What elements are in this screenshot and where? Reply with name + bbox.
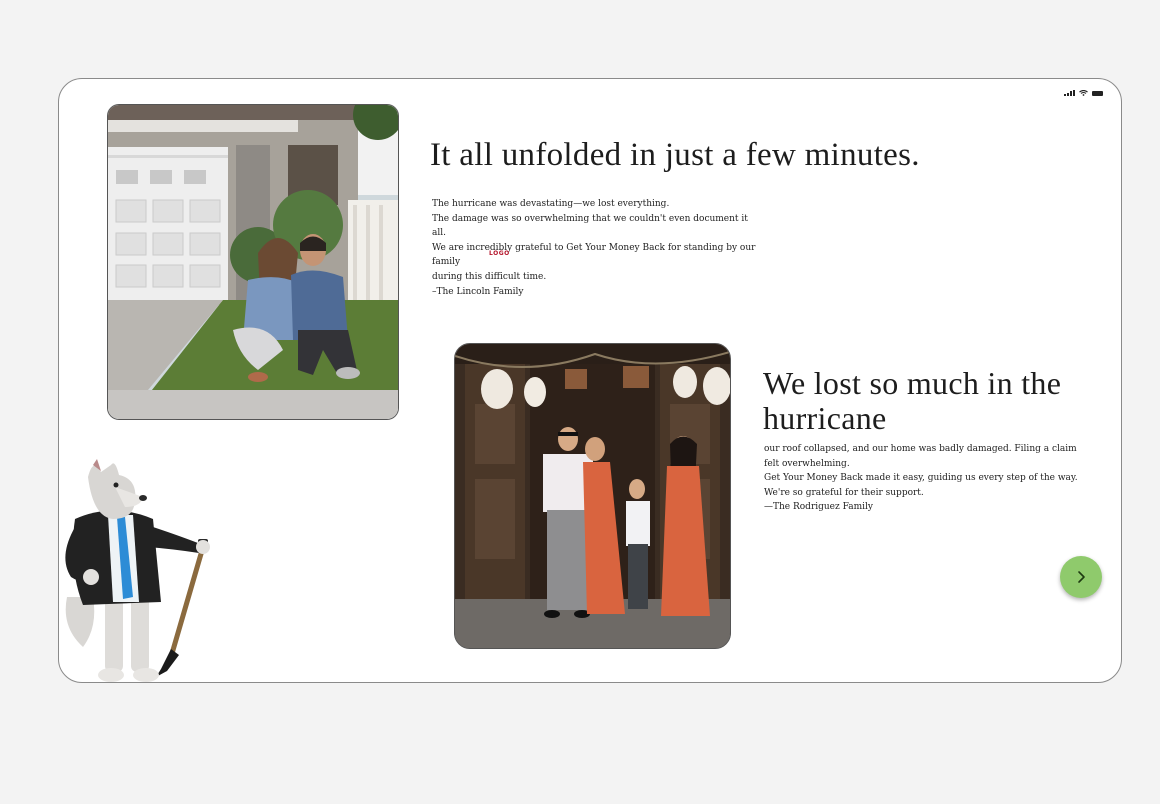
quote-line: Get Your Money Back made it easy, guidin… [764, 473, 1078, 498]
quote-line: The hurricane was devastating—we lost ev… [432, 199, 670, 209]
quote-line: during this difficult time. [432, 271, 547, 282]
testimonial-1-headline: It all unfolded in just a few minutes. [430, 137, 920, 173]
chevron-right-icon [1078, 571, 1085, 583]
lincoln-family-photo [107, 104, 399, 420]
rodriguez-family-photo [454, 343, 731, 649]
wolf-mascot-with-shovel-icon [65, 459, 210, 682]
testimonial-2-headline: We lost so much in the hurricane [763, 365, 1062, 436]
quote-line: We are incredibly grateful to Get Your M… [432, 242, 756, 268]
signal-icon [1064, 90, 1075, 96]
quote-line: our roof collapsed, and our home was bad… [764, 444, 1077, 469]
wifi-icon [1079, 90, 1088, 96]
status-bar [1064, 90, 1103, 96]
testimonial-2-quote: our roof collapsed, and our home was bad… [764, 442, 1094, 515]
family-photo-four-icon [455, 344, 730, 648]
battery-icon [1092, 90, 1103, 96]
quote-attribution: —The Rodriguez Family [764, 502, 873, 513]
logo-mark: LOGO [489, 250, 510, 257]
quote-line: The damage was so overwhelming that we c… [432, 213, 748, 239]
next-button[interactable] [1060, 556, 1102, 598]
quote-attribution: –The Lincoln Family [432, 286, 524, 297]
testimonial-1-quote: The hurricane was devastating—we lost ev… [432, 197, 762, 299]
family-photo-couple-icon [108, 105, 398, 419]
